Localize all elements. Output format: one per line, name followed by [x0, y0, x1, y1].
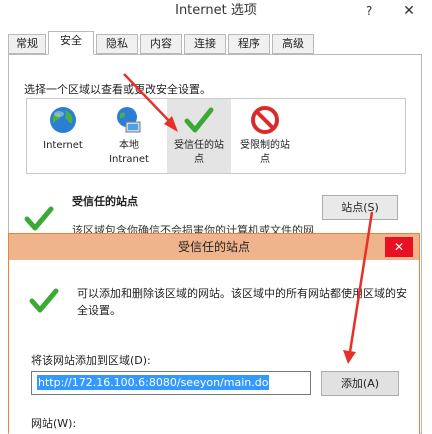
tab-general[interactable]: 常规 [8, 34, 46, 54]
zone-local-intranet[interactable]: 本地 Intranet [97, 99, 161, 173]
add-site-label: 将该网站添加到区域(D): [31, 354, 151, 367]
restricted-icon [251, 106, 279, 134]
dialog-checkmark-icon [29, 288, 59, 313]
dialog-body: 可以添加和删除该区域的网站。该区域中的所有网站都使用区域的安全设置。 将该网站添… [9, 260, 419, 434]
trusted-checkmark-icon [24, 206, 54, 231]
section-title: 受信任的站点 [72, 195, 138, 208]
zone-label: 受限制的站点 [240, 140, 290, 165]
close-button[interactable]: ✕ [386, 0, 432, 22]
tab-programs[interactable]: 程序 [228, 34, 270, 54]
dialog-description: 可以添加和删除该区域的网站。该区域中的所有网站都使用区域的安全设置。 [77, 287, 407, 317]
zone-hint: 选择一个区域以查看或更改安全设置。 [24, 83, 211, 96]
zone-internet[interactable]: Internet [31, 99, 95, 173]
zone-label: 受信任的站点 [174, 140, 224, 165]
globe-icon [50, 107, 76, 133]
site-url-value: http://172.16.100.6:8080/seeyon/main.do [37, 375, 270, 390]
help-button[interactable]: ? [366, 0, 380, 22]
trusted-sites-dialog: 受信任的站点 ✕ 可以添加和删除该区域的网站。该区域中的所有网站都使用区域的安全… [8, 233, 420, 434]
add-button[interactable]: 添加(A) [321, 371, 399, 396]
zone-list: Internet 本地 Intranet 受信任的站点 受限制的站点 [26, 98, 406, 174]
site-url-input[interactable]: http://172.16.100.6:8080/seeyon/main.do [31, 371, 311, 395]
tab-privacy[interactable]: 隐私 [96, 34, 138, 54]
window-title: Internet 选项 [175, 3, 257, 18]
dialog-title: 受信任的站点 [177, 240, 250, 254]
zone-label: Internet [43, 140, 83, 151]
dialog-close-button[interactable]: ✕ [385, 237, 413, 257]
intranet-icon [117, 107, 141, 133]
zone-label: 本地 Intranet [109, 140, 149, 165]
tab-connections[interactable]: 连接 [184, 34, 226, 54]
tab-advanced[interactable]: 高级 [272, 34, 314, 54]
dialog-title-bar: 受信任的站点 [9, 234, 419, 260]
zone-restricted-sites[interactable]: 受限制的站点 [233, 99, 297, 173]
tab-content[interactable]: 内容 [140, 34, 182, 54]
checkmark-icon [184, 107, 214, 133]
websites-label: 网站(W): [31, 417, 77, 430]
zone-trusted-sites[interactable]: 受信任的站点 [167, 99, 231, 173]
tab-security[interactable]: 安全 [48, 31, 94, 55]
sites-button[interactable]: 站点(S) [322, 195, 398, 220]
